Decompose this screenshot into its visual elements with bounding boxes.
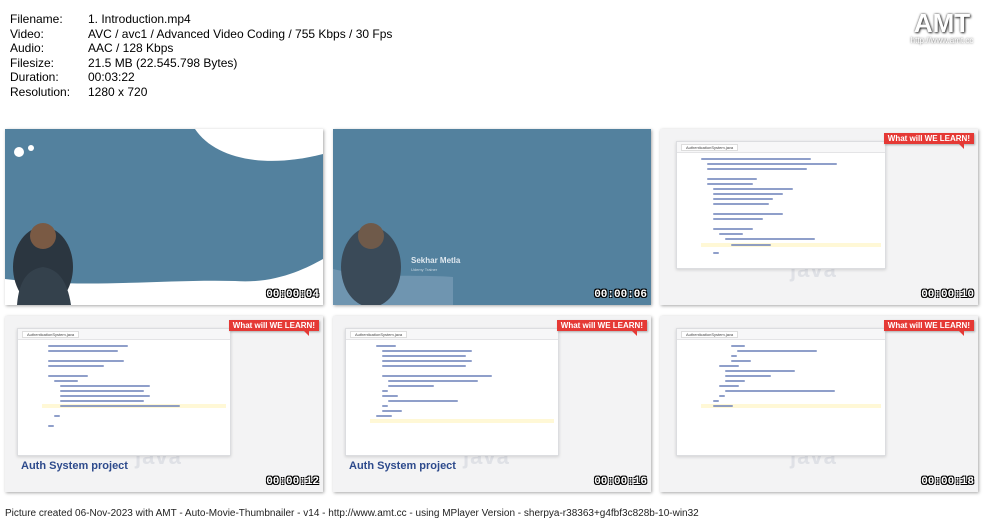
filesize-label: Filesize: (10, 55, 55, 70)
timestamp: 00:00:18 (921, 476, 974, 488)
intro-slide-graphic (5, 129, 323, 305)
code-area (18, 341, 230, 455)
editor-tabbar: AuthenticationSystem.java (677, 329, 885, 340)
filename-label: Filename: (10, 12, 63, 26)
code-editor: AuthenticationSystem.java (676, 328, 886, 456)
speaker-name: Sekhar Metla (411, 256, 461, 265)
filesize-row: Filesize: 21.5 MB (22.545.798 Bytes) (10, 56, 392, 71)
speaker-subtitle: Udemy Trainer (411, 267, 438, 272)
audio-label: Audio: (10, 41, 45, 56)
timestamp: 00:00:04 (266, 289, 319, 301)
code-area (677, 154, 885, 268)
timestamp: 00:00:12 (266, 476, 319, 488)
amt-logo: AMT http://www.amt.cc (910, 8, 974, 45)
editor-tab: AuthenticationSystem.java (681, 331, 739, 338)
amt-logo-text: AMT (913, 8, 971, 38)
footer-credit: Picture created 06-Nov-2023 with AMT - A… (5, 508, 699, 519)
thumbnail-5[interactable]: java AuthenticationSystem.java What will… (333, 316, 651, 492)
thumbnail-2[interactable]: Sekhar Metla Udemy Trainer 00:00:06 (333, 129, 651, 305)
editor-tab: AuthenticationSystem.java (681, 144, 739, 151)
timestamp: 00:00:16 (594, 476, 647, 488)
code-editor: AuthenticationSystem.java (17, 328, 231, 456)
timestamp: 00:00:06 (594, 289, 647, 301)
timestamp: 00:00:10 (921, 289, 974, 301)
what-will-we-learn-badge: What will WE LEARN! (228, 320, 319, 336)
resolution-value: 1280 x 720 (88, 84, 148, 99)
intro-slide-graphic (333, 223, 453, 305)
filename-value: 1. Introduction.mp4 (88, 12, 191, 26)
code-area (677, 341, 885, 455)
auth-system-caption: Auth System project (21, 460, 128, 472)
resolution-row: Resolution: 1280 x 720 (10, 85, 392, 100)
editor-tabbar: AuthenticationSystem.java (346, 329, 558, 340)
auth-system-caption: Auth System project (349, 460, 456, 472)
code-editor: AuthenticationSystem.java (345, 328, 559, 456)
video-row: Video: AVC / avc1 / Advanced Video Coding… (10, 27, 392, 42)
code-area (346, 341, 558, 455)
editor-tabbar: AuthenticationSystem.java (18, 329, 230, 340)
thumbnail-6[interactable]: java AuthenticationSystem.java What will… (660, 316, 978, 492)
what-will-we-learn-badge: What will WE LEARN! (556, 320, 647, 336)
duration-value: 00:03:22 (88, 70, 135, 85)
thumbnail-4[interactable]: java AuthenticationSystem.java What will… (5, 316, 323, 492)
duration-row: Duration: 00:03:22 (10, 70, 392, 85)
what-will-we-learn-badge: What will WE LEARN! (883, 133, 974, 149)
editor-tabbar: AuthenticationSystem.java (677, 142, 885, 153)
video-label: Video: (10, 26, 44, 41)
what-will-we-learn-badge: What will WE LEARN! (883, 320, 974, 336)
thumbnail-3[interactable]: java AuthenticationSystem.java What will… (660, 129, 978, 305)
duration-label: Duration: (10, 70, 59, 85)
thumbnail-1[interactable]: 00:00:04 (5, 129, 323, 305)
resolution-label: Resolution: (10, 84, 71, 99)
amt-logo-url: http://www.amt.cc (910, 36, 974, 45)
audio-row: Audio: AAC / 128 Kbps (10, 41, 392, 56)
filesize-value: 21.5 MB (22.545.798 Bytes) (88, 55, 238, 70)
editor-tab: AuthenticationSystem.java (350, 331, 408, 338)
file-info: Filename: 1. Introduction.mp4 Video: AVC /… (10, 12, 392, 100)
editor-tab: AuthenticationSystem.java (22, 331, 80, 338)
video-value: AVC / avc1 / Advanced Video Coding / 755… (88, 26, 393, 41)
filename-row: Filename: 1. Introduction.mp4 (10, 12, 392, 27)
code-editor: AuthenticationSystem.java (676, 141, 886, 269)
audio-value: AAC / 128 Kbps (88, 41, 174, 56)
